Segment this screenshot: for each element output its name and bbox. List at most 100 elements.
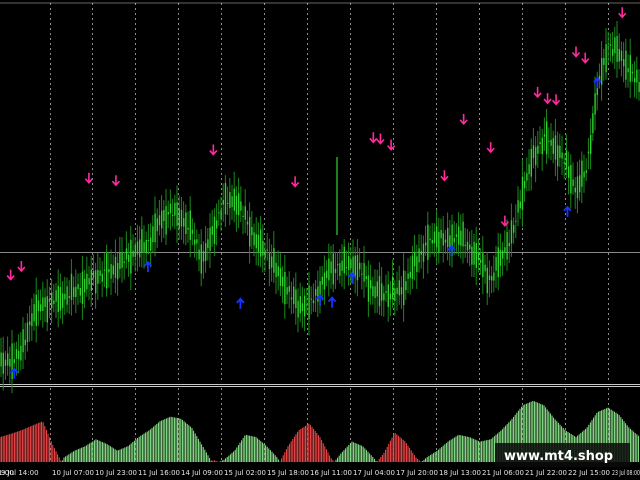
price-bar-body-88 [194,239,196,245]
price-bar-body-28 [62,293,64,308]
price-bar-body-187 [411,255,414,279]
price-bar-body-241 [530,148,532,177]
price-bar-body-225 [495,256,497,271]
price-bar-body-155 [341,260,343,271]
price-bar-body-281 [618,48,620,62]
price-bar-body-19 [42,297,44,312]
price-bar-body-31 [68,296,70,298]
price-bar-body-2 [4,359,7,366]
price-bar-body-260 [572,179,574,187]
price-bar-body-253 [557,145,559,167]
price-bar-body-100 [220,210,222,219]
price-bar-body-25 [55,290,57,302]
price-bar-body-76 [167,212,169,215]
price-bar-body-78 [172,215,174,217]
price-bar-body-168 [370,280,372,289]
price-bar-body-248 [546,121,548,155]
price-bar-body-32 [70,273,73,300]
price-bar-body-53 [117,262,119,280]
down-arrow-signal-2 [84,172,93,184]
price-bar-body-83 [183,218,185,227]
price-bar-body-247 [543,134,546,137]
price-bar-body-269 [592,113,594,134]
price-bar-body-37 [81,271,84,304]
price-bar-body-107 [235,195,238,215]
price-bar-body-17 [37,300,40,311]
price-bar-body-165 [363,263,365,282]
price-bar-body-124 [273,248,275,273]
price-bar-body-240 [528,164,530,175]
price-bar-body-84 [185,212,187,235]
up-arrow-signal-7 [563,205,572,217]
down-arrow-signal-7 [376,133,385,145]
price-bar-body-44 [97,269,99,284]
price-bar-body-10 [22,329,24,353]
price-bar-body-210 [462,221,464,247]
price-bar-body-114 [251,227,253,236]
price-bar-body-250 [550,139,552,146]
price-bar-body-38 [84,278,86,293]
price-bar-body-126 [277,266,279,277]
price-bar-body-115 [253,232,255,246]
price-bar-body-48 [106,253,108,289]
price-bar-body-137 [301,303,304,312]
x-tick-label-4: 14 Jul 09:00 [181,469,223,477]
price-bar-body-268 [590,134,592,154]
price-bar-body-81 [178,208,180,229]
price-bar-body-159 [350,259,352,269]
price-bar-body-96 [211,226,213,235]
price-bar-body-238 [524,181,526,189]
price-bar-body-16 [35,294,37,326]
price-bar-body-171 [376,281,378,297]
price-bar-body-63 [139,239,141,258]
price-bar-body-51 [112,265,114,275]
price-bar-body-80 [176,202,178,226]
price-bar-body-216 [475,243,477,268]
price-bar-body-242 [532,145,535,159]
price-bar-body-203 [447,227,449,248]
price-bar-body-177 [389,293,392,300]
price-bar-body-52 [114,256,117,278]
price-bar-body-138 [304,295,306,317]
price-bar-body-189 [416,256,418,273]
price-bar-body-278 [612,49,614,56]
price-bar-body-239 [526,173,528,181]
x-tick-label-0: 9 Jul 14:00 [1,469,39,477]
price-bar-body-251 [552,138,554,154]
price-bar-body-255 [561,152,563,159]
price-bar-body-97 [213,216,216,244]
price-bar-body-135 [297,300,299,318]
price-bar-body-82 [180,209,183,227]
price-bar-body-246 [541,137,543,155]
watermark: www.mt4.shop [495,443,630,467]
price-bar-body-158 [348,255,350,271]
price-bar-body-183 [403,270,405,306]
price-bar-body-193 [425,242,427,246]
price-chart-window[interactable]: 1:00 9 Jul 14:00 10 Jul 07:00 10 Jul 23:00 1… [0,0,640,480]
price-bar-body-71 [156,218,158,232]
down-arrow-signal-14 [543,93,552,105]
x-tick-label-6: 15 Jul 18:00 [267,469,309,477]
price-bar-body-20 [44,297,46,307]
price-bar-body-98 [216,220,218,229]
price-bar-body-45 [99,270,101,276]
chart-canvas[interactable]: 1:009 Jul 14:00 10 Jul 07:00 10 Jul 23:00 1… [0,0,640,480]
price-bar-body-29 [64,293,66,300]
price-bar-body-79 [174,202,176,216]
price-bar-body-148 [326,270,328,278]
price-bar-body-42 [92,270,95,279]
price-bar-body-75 [165,206,167,235]
price-bar-body-179 [394,288,396,301]
price-bar-body-261 [574,187,576,193]
price-bar-body-190 [418,248,420,263]
price-bar-body-259 [570,164,572,194]
price-bar-body-68 [150,237,152,251]
price-bar-body-34 [75,286,77,298]
grid-layer [0,2,640,462]
price-bar-body-227 [499,249,502,266]
price-bar-body-11 [24,339,26,346]
price-bar-body-56 [123,261,125,264]
price-bar-body-112 [246,221,249,225]
price-bar-body-175 [385,291,387,293]
price-bar-body-9 [20,345,22,361]
